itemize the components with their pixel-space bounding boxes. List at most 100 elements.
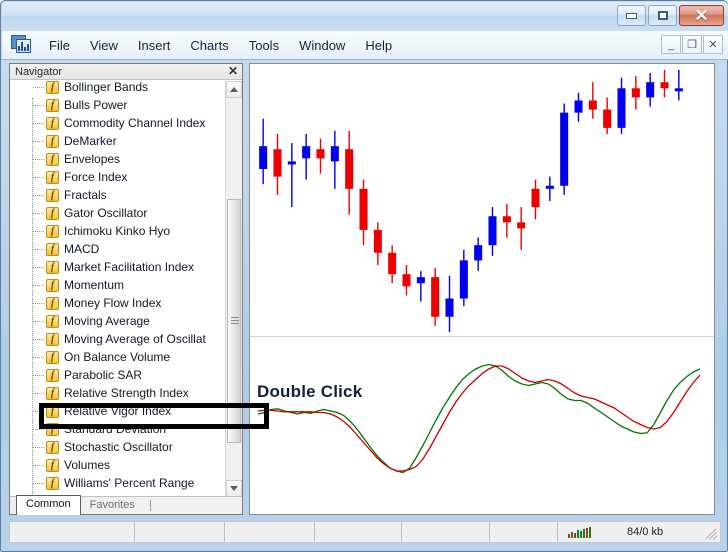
tree-item-label: DeMarker (64, 134, 117, 148)
indicator-function-icon: f (46, 134, 59, 148)
indicator-function-icon: f (46, 206, 59, 220)
maximize-button[interactable] (648, 5, 677, 26)
mdi-restore-button[interactable]: ❐ (682, 35, 702, 54)
mdi-close-button[interactable]: ✕ (703, 35, 723, 54)
tree-item-label: Commodity Channel Index (64, 116, 206, 130)
menu-help[interactable]: Help (355, 35, 402, 56)
indicator-function-icon: f (46, 278, 59, 292)
tree-branch-line (33, 213, 44, 215)
minimize-button[interactable] (617, 5, 646, 26)
navigator-close-icon[interactable]: ✕ (228, 65, 238, 78)
scroll-down-button[interactable] (226, 480, 242, 497)
mdi-minimize-button[interactable]: _ (661, 35, 681, 54)
tree-item-bulls-power[interactable]: f Bulls Power (10, 96, 226, 114)
tree-branch-line (33, 87, 44, 89)
tree-item-envelopes[interactable]: f Envelopes (10, 150, 226, 168)
tree-item-commodity-channel-index[interactable]: f Commodity Channel Index (10, 114, 226, 132)
tree-branch-line (33, 123, 44, 125)
tree-item-momentum[interactable]: f Momentum (10, 276, 226, 294)
tree-item-label: Ichimoku Kinko Hyo (64, 224, 171, 238)
tree-item-standard-deviation[interactable]: f Standard Deviation (10, 420, 226, 438)
mdi-window-controls: _ ❐ ✕ (661, 35, 723, 54)
minimize-icon (626, 12, 637, 19)
indicator-function-icon: f (46, 260, 59, 274)
tree-item-moving-average[interactable]: f Moving Average (10, 312, 226, 330)
tree-item-stochastic-oscillator[interactable]: f Stochastic Oscillator (10, 438, 226, 456)
tree-item-fractals[interactable]: f Fractals (10, 186, 226, 204)
indicator-function-icon: f (46, 170, 59, 184)
tree-item-ichimoku-kinko-hyo[interactable]: f Ichimoku Kinko Hyo (10, 222, 226, 240)
tree-item-force-index[interactable]: f Force Index (10, 168, 226, 186)
tree-item-label: Stochastic Oscillator (64, 440, 173, 454)
tree-branch-line (33, 339, 44, 341)
status-cell-3 (225, 522, 315, 542)
indicator-function-icon: f (46, 458, 59, 472)
tree-item-relative-vigor-index[interactable]: f Relative Vigor Index (10, 402, 226, 420)
indicator-function-icon: f (46, 116, 59, 130)
chevron-up-icon (230, 87, 238, 92)
scroll-up-button[interactable] (226, 81, 242, 98)
tree-item-label: Market Facilitation Index (64, 260, 195, 274)
tree-item-on-balance-volume[interactable]: f On Balance Volume (10, 348, 226, 366)
tree-item-market-facilitation-index[interactable]: f Market Facilitation Index (10, 258, 226, 276)
tree-item-moving-average-of-oscillat[interactable]: f Moving Average of Oscillat (10, 330, 226, 348)
tree-branch-line (33, 411, 44, 413)
navigator-scrollbar[interactable] (225, 81, 242, 497)
tree-item-williams-percent-range[interactable]: f Williams' Percent Range (10, 474, 226, 492)
indicator-function-icon: f (46, 296, 59, 310)
tree-item-label: Relative Strength Index (64, 386, 189, 400)
menu-insert[interactable]: Insert (128, 35, 181, 56)
tree-item-relative-strength-index[interactable]: f Relative Strength Index (10, 384, 226, 402)
tree-branch-line (33, 303, 44, 305)
tree-item-demarker[interactable]: f DeMarker (10, 132, 226, 150)
tree-item-label: Gator Oscillator (64, 206, 148, 220)
tree-item-volumes[interactable]: f Volumes (10, 456, 226, 474)
resize-grip-icon[interactable] (705, 527, 718, 540)
title-bar: ✕ (2, 2, 728, 31)
status-cell-1 (10, 522, 135, 542)
navigator-tabs: Common Favorites (10, 495, 242, 515)
tab-favorites[interactable]: Favorites (81, 497, 144, 514)
tree-item-label: Moving Average (64, 314, 150, 328)
tree-branch-line (33, 141, 44, 143)
tree-branch-line (33, 429, 44, 431)
tree-branch-line (33, 267, 44, 269)
tree-item-bollinger-bands[interactable]: f Bollinger Bands (10, 81, 226, 96)
tree-branch-line (33, 447, 44, 449)
tree-branch-line (33, 375, 44, 377)
navigator-header: Navigator ✕ (10, 64, 242, 80)
tree-branch-line (33, 159, 44, 161)
indicator-function-icon: f (46, 152, 59, 166)
menu-bar: File View Insert Charts Tools Window Hel… (2, 31, 728, 60)
indicator-function-icon: f (46, 81, 59, 94)
maximize-icon (657, 11, 668, 20)
signal-bars-icon (568, 526, 591, 538)
tab-common[interactable]: Common (16, 495, 81, 515)
scrollbar-thumb[interactable] (227, 199, 241, 443)
indicator-function-icon: f (46, 188, 59, 202)
tree-item-money-flow-index[interactable]: f Money Flow Index (10, 294, 226, 312)
indicator-function-icon: f (46, 404, 59, 418)
tree-item-parabolic-sar[interactable]: f Parabolic SAR (10, 366, 226, 384)
tree-item-macd[interactable]: f MACD (10, 240, 226, 258)
menu-charts[interactable]: Charts (180, 35, 238, 56)
menu-tools[interactable]: Tools (239, 35, 289, 56)
menu-file[interactable]: File (39, 35, 80, 56)
chart-panel[interactable]: Double Click (249, 63, 715, 515)
tree-item-label: Fractals (64, 188, 107, 202)
tree-item-label: Volumes (64, 458, 111, 472)
tree-item-label: MACD (64, 242, 100, 256)
menu-view[interactable]: View (80, 35, 128, 56)
menu-window[interactable]: Window (289, 35, 355, 56)
tree-item-gator-oscillator[interactable]: f Gator Oscillator (10, 204, 226, 222)
tree-item-label: Bulls Power (64, 98, 128, 112)
tree-item-label: Williams' Percent Range (64, 476, 195, 490)
status-cell-4 (315, 522, 402, 542)
network-traffic-label: 84/0 kb (627, 526, 664, 538)
chevron-down-icon (230, 486, 238, 491)
status-cell-2 (135, 522, 225, 542)
close-button[interactable]: ✕ (679, 5, 724, 26)
navigator-tree[interactable]: f Bollinger Bands f Bulls Power f Commodity C… (10, 81, 226, 497)
tree-branch-line (33, 393, 44, 395)
metatrader-icon (11, 35, 33, 55)
